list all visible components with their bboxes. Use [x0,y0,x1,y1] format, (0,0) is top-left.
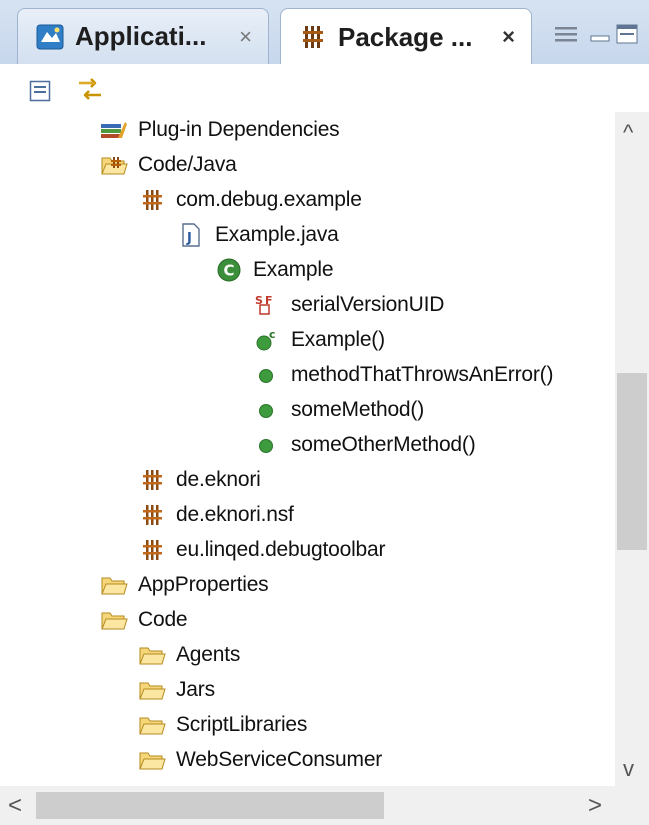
tree-item-label: Example.java [215,223,339,246]
link-with-editor-icon[interactable] [75,75,105,105]
static-final-field-icon: S F [253,291,281,319]
svg-text:c: c [269,328,276,341]
vertical-scroll-thumb[interactable] [617,373,647,550]
tree-item-label: AppProperties [138,573,269,596]
maximize-icon[interactable] [614,22,640,46]
close-icon[interactable]: × [502,24,515,50]
tree-item-de-eknori-nsf[interactable]: de.eknori.nsf [138,498,294,532]
tree-item-serialversionuid[interactable]: S F serialVersionUID [253,288,444,322]
tree-item-example-constructor[interactable]: c Example() [253,323,385,357]
tab-package-explorer[interactable]: Package ... × [280,8,532,65]
view-tab-strip: Applicati... × Package ... × [0,0,649,65]
tree-item-label: ScriptLibraries [176,713,308,736]
tree-item-de-eknori[interactable]: de.eknori [138,463,261,497]
tree-item-label: Code/Java [138,153,237,176]
tree-item-label: eu.linqed.debugtoolbar [176,538,386,561]
tree-item-label: Agents [176,643,241,666]
scroll-left-icon[interactable]: < [8,792,22,820]
horizontal-scroll-thumb[interactable] [36,792,384,819]
package-tree: Plug-in Dependencies Code/Java com.debug… [0,112,615,786]
horizontal-scrollbar[interactable]: < > [0,786,615,825]
folder-icon [138,746,166,774]
tree-item-plug-in-dependencies[interactable]: Plug-in Dependencies [100,113,340,147]
tree-item-example-java[interactable]: J Example.java [177,218,339,252]
tree-item-label: de.eknori.nsf [176,503,294,526]
public-method-icon [253,396,281,424]
scroll-right-icon[interactable]: > [588,792,602,820]
package-explorer-icon [298,22,328,52]
tree-item-label: WebServiceConsumer [176,748,383,771]
package-icon [138,501,166,529]
tree-item-label: Jars [176,678,215,701]
tree-item-code[interactable]: Code [100,603,188,637]
tree-item-label: Code [138,608,188,631]
package-icon [138,466,166,494]
svg-text:J: J [186,231,192,246]
tree-item-jars[interactable]: Jars [138,673,215,707]
tree-item-example-class[interactable]: C Example [215,253,334,287]
tree-item-some-method[interactable]: someMethod() [253,393,424,427]
tree-item-label: someMethod() [291,398,424,421]
tree-item-label: someOtherMethod() [291,433,476,456]
folder-icon [100,571,128,599]
application-navigator-icon [35,22,65,52]
tree-item-agents[interactable]: Agents [138,638,240,672]
tree-item-method-throws-error[interactable]: methodThatThrowsAnError() [253,358,553,392]
tree-item-eu-linqed-debugtoolbar[interactable]: eu.linqed.debugtoolbar [138,533,385,567]
svg-text:C: C [224,262,235,280]
tab-application-navigator[interactable]: Applicati... × [17,8,269,64]
tab-label: Applicati... [75,21,207,51]
scrollbar-corner [615,786,649,825]
class-icon: C [215,256,243,284]
public-method-icon [253,431,281,459]
tree-item-label: Example [253,258,334,281]
tree-item-some-other-method[interactable]: someOtherMethod() [253,428,476,462]
tree-item-com-debug-example[interactable]: com.debug.example [138,183,362,217]
package-icon [138,536,166,564]
tree-item-label: com.debug.example [176,188,362,211]
tree-item-label: Example() [291,328,385,351]
folder-icon [138,711,166,739]
collapse-all-icon[interactable] [29,80,51,102]
tree-item-label: de.eknori [176,468,261,491]
scroll-up-icon[interactable]: ^ [623,120,633,146]
tree-item-label: methodThatThrowsAnError() [291,363,554,386]
library-icon [100,116,128,144]
tree-item-label: Plug-in Dependencies [138,118,340,141]
package-explorer-view: Applicati... × Package ... × Plug-in Dep… [0,0,649,825]
folder-icon [100,606,128,634]
package-icon [138,186,166,214]
tree-item-label: serialVersionUID [291,293,445,316]
tree-item-webserviceconsumer[interactable]: WebServiceConsumer [138,743,382,777]
tab-label: Package ... [338,21,473,52]
folder-icon [138,641,166,669]
close-icon[interactable]: × [239,24,252,50]
vertical-scrollbar[interactable]: ^ v [615,112,649,786]
view-menu-icon[interactable] [553,22,581,46]
constructor-icon: c [253,326,281,354]
tree-item-code-java[interactable]: Code/Java [100,148,237,182]
minimize-icon[interactable] [588,22,612,46]
java-file-icon: J [177,221,205,249]
folder-icon [138,676,166,704]
public-method-icon [253,361,281,389]
scroll-down-icon[interactable]: v [623,756,634,782]
package-folder-icon [100,151,128,179]
tree-item-appproperties[interactable]: AppProperties [100,568,269,602]
tree-item-scriptlibraries[interactable]: ScriptLibraries [138,708,307,742]
